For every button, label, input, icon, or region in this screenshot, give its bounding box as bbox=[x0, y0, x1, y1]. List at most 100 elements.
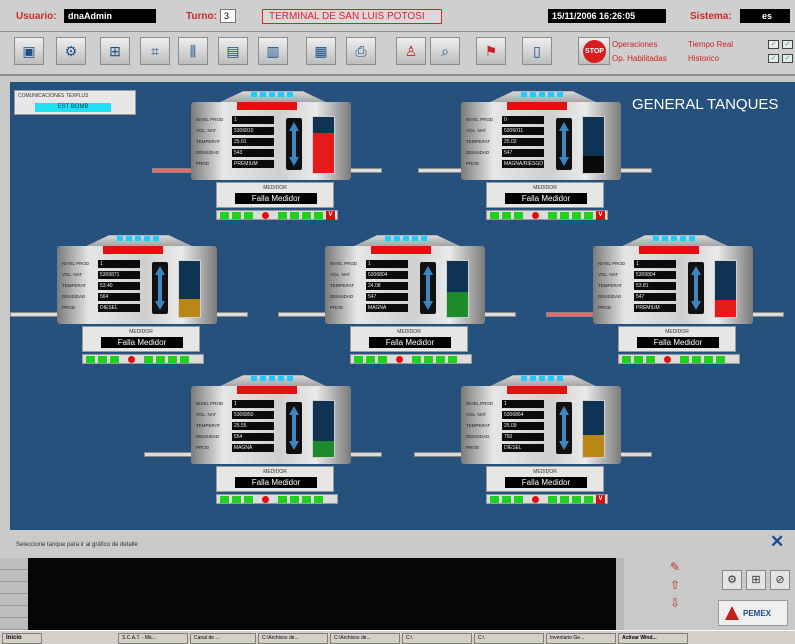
medidor-title: MEDIDOR bbox=[263, 185, 287, 191]
tank-5[interactable]: NIVEL PROD 1 VOL. NAT 5306804 TEMPERAT 5… bbox=[546, 232, 784, 382]
status-led bbox=[290, 495, 299, 503]
screen-icon[interactable]: ▤ bbox=[218, 37, 248, 65]
status-led bbox=[156, 355, 165, 363]
monitor-icon[interactable]: ▥ bbox=[258, 37, 288, 65]
tiempo-real-toggle-2[interactable]: ✓ bbox=[782, 40, 793, 49]
status-led bbox=[584, 211, 593, 219]
tank-field-value: PREMIUM bbox=[232, 159, 274, 168]
pipe bbox=[482, 312, 516, 317]
tools-button[interactable]: ⊘ bbox=[770, 570, 790, 590]
medidor-status: Falla Medidor bbox=[235, 477, 317, 488]
notepad-icon[interactable]: ✎ bbox=[670, 560, 690, 574]
event-log-scrollbar[interactable] bbox=[616, 558, 624, 630]
status-led bbox=[278, 211, 287, 219]
sistema-value: es bbox=[740, 9, 790, 23]
tank-field-value: 5306804 bbox=[634, 270, 676, 279]
antenna-icon[interactable]: ⚑ bbox=[476, 37, 506, 65]
stop-button[interactable]: STOP bbox=[578, 37, 610, 65]
taskbar-item[interactable]: C:\Archivos de... bbox=[258, 633, 328, 644]
level-arrows-icon bbox=[420, 262, 436, 314]
taskbar-item[interactable]: C:\Archivos de... bbox=[330, 633, 400, 644]
tank-1[interactable]: NIVEL PROD 1 VOL. NAT 5306810 TEMPERAT 2… bbox=[152, 88, 382, 238]
windows-taskbar: Inicio S.C.A.T. - Mic... Canal de ... C:… bbox=[0, 630, 795, 644]
tank-field-row: NIVEL PROD 1 bbox=[598, 259, 684, 268]
chart-icon[interactable]: ⌗ bbox=[140, 37, 170, 65]
status-led bbox=[86, 355, 95, 363]
tank-7[interactable]: NIVEL PROD 1 VOL. NAT 5306864 TEMPERAT 2… bbox=[414, 372, 652, 522]
pipe bbox=[348, 452, 382, 457]
historico-toggle-2[interactable]: ✓ bbox=[782, 54, 793, 63]
tank-field-label: TEMPERAT bbox=[62, 283, 87, 288]
tank-field-value: DIESEL bbox=[502, 443, 544, 452]
document-icon[interactable]: ▯ bbox=[522, 37, 552, 65]
tank-6[interactable]: NIVEL PROD 1 VOL. NAT 5306850 TEMPERAT 2… bbox=[144, 372, 382, 522]
historico-toggle[interactable]: ✓ bbox=[768, 54, 779, 63]
tiempo-real-toggle[interactable]: ✓ bbox=[768, 40, 779, 49]
close-icon[interactable]: ✕ bbox=[770, 532, 784, 552]
pipe bbox=[214, 312, 248, 317]
tank-field-value: 5306804 bbox=[366, 270, 408, 279]
start-button[interactable]: Inicio bbox=[2, 633, 42, 644]
tank-field-row: DENSIDAD 750 bbox=[466, 432, 552, 441]
taskbar-item[interactable]: Inventario Ge... bbox=[546, 633, 616, 644]
roof-lights bbox=[385, 236, 429, 241]
status-leds bbox=[618, 354, 740, 364]
tank-field-label: TEMPERAT bbox=[196, 423, 221, 428]
tank-alarm-header bbox=[237, 386, 297, 394]
level-fill bbox=[583, 434, 604, 457]
comm-value: EST BOMB bbox=[35, 103, 111, 112]
communications-box: COMUNICACIONES TEXPLUS EST BOMB bbox=[14, 90, 136, 115]
tank-field-row: TEMPERAT 53.81 bbox=[598, 281, 684, 290]
status-led bbox=[302, 495, 311, 503]
tank-field-label: PROD bbox=[62, 305, 76, 310]
taskbar-item[interactable]: S.C.A.T. - Mic... bbox=[118, 633, 188, 644]
event-log-list[interactable] bbox=[28, 558, 616, 630]
tank-field-value: 1 bbox=[232, 115, 274, 124]
medidor-title: MEDIDOR bbox=[129, 329, 153, 335]
tank-field-row: VOL. NAT 5306810 bbox=[196, 126, 282, 135]
status-led bbox=[180, 355, 189, 363]
tank-field-value: 0 bbox=[502, 115, 544, 124]
taskbar-item[interactable]: C:\ bbox=[474, 633, 544, 644]
status-led bbox=[314, 211, 323, 219]
tank-field-label: TEMPERAT bbox=[330, 283, 355, 288]
level-gauge bbox=[312, 400, 335, 458]
operaciones-link[interactable]: Operaciones bbox=[612, 40, 657, 49]
status-led bbox=[110, 355, 119, 363]
search-icon[interactable]: ⌕ bbox=[430, 37, 460, 65]
status-led bbox=[290, 211, 299, 219]
tank-2[interactable]: NIVEL PROD 0 VOL. NAT 5306011 TEMPERAT 2… bbox=[418, 88, 652, 238]
alarm-up-icon[interactable]: ⇧ bbox=[670, 578, 690, 592]
folder-icon[interactable]: ▦ bbox=[306, 37, 336, 65]
status-led bbox=[354, 355, 363, 363]
tank-3[interactable]: NIVEL PROD 1 VOL. NAT 5306871 TEMPERAT 5… bbox=[10, 232, 248, 382]
status-led bbox=[490, 211, 499, 219]
medidor-title: MEDIDOR bbox=[263, 469, 287, 475]
config-button[interactable]: ⚙ bbox=[722, 570, 742, 590]
taskbar-item[interactable]: Activar Wind... bbox=[618, 633, 688, 644]
tank-field-label: TEMPERAT bbox=[196, 139, 221, 144]
taskbar-item[interactable]: Canal de ... bbox=[190, 633, 256, 644]
valve-icon[interactable]: ⊞ bbox=[100, 37, 130, 65]
taskbar-item[interactable]: C:\ bbox=[402, 633, 472, 644]
pump-icon[interactable]: ⚙ bbox=[56, 37, 86, 65]
person-icon[interactable]: ♙ bbox=[396, 37, 426, 65]
pipe bbox=[418, 168, 466, 173]
alarm-led bbox=[128, 355, 135, 363]
tiempo-real-label[interactable]: Tiempo Real bbox=[688, 40, 733, 49]
tank-field-label: TEMPERAT bbox=[466, 423, 491, 428]
printer-icon[interactable]: ⎙ bbox=[346, 37, 376, 65]
tv-icon[interactable]: ▣ bbox=[14, 37, 44, 65]
tank-icon[interactable]: ⫼ bbox=[178, 37, 208, 65]
status-led bbox=[366, 355, 375, 363]
tank-field-value: 25.55 bbox=[232, 421, 274, 430]
turno-label: Turno: bbox=[186, 11, 217, 22]
historico-label[interactable]: Historico bbox=[688, 54, 719, 63]
tank-4[interactable]: NIVEL PROD 1 VOL. NAT 5306804 TEMPERAT 2… bbox=[278, 232, 516, 382]
sistema-label: Sistema: bbox=[690, 11, 732, 22]
alarm-down-icon[interactable]: ⇩ bbox=[670, 596, 690, 610]
tank-field-row: DENSIDAD 554 bbox=[196, 432, 282, 441]
grid-button[interactable]: ⊞ bbox=[746, 570, 766, 590]
op-habilitadas-link[interactable]: Op. Habilitadas bbox=[612, 54, 667, 63]
tank-field-value: 25.09 bbox=[502, 421, 544, 430]
